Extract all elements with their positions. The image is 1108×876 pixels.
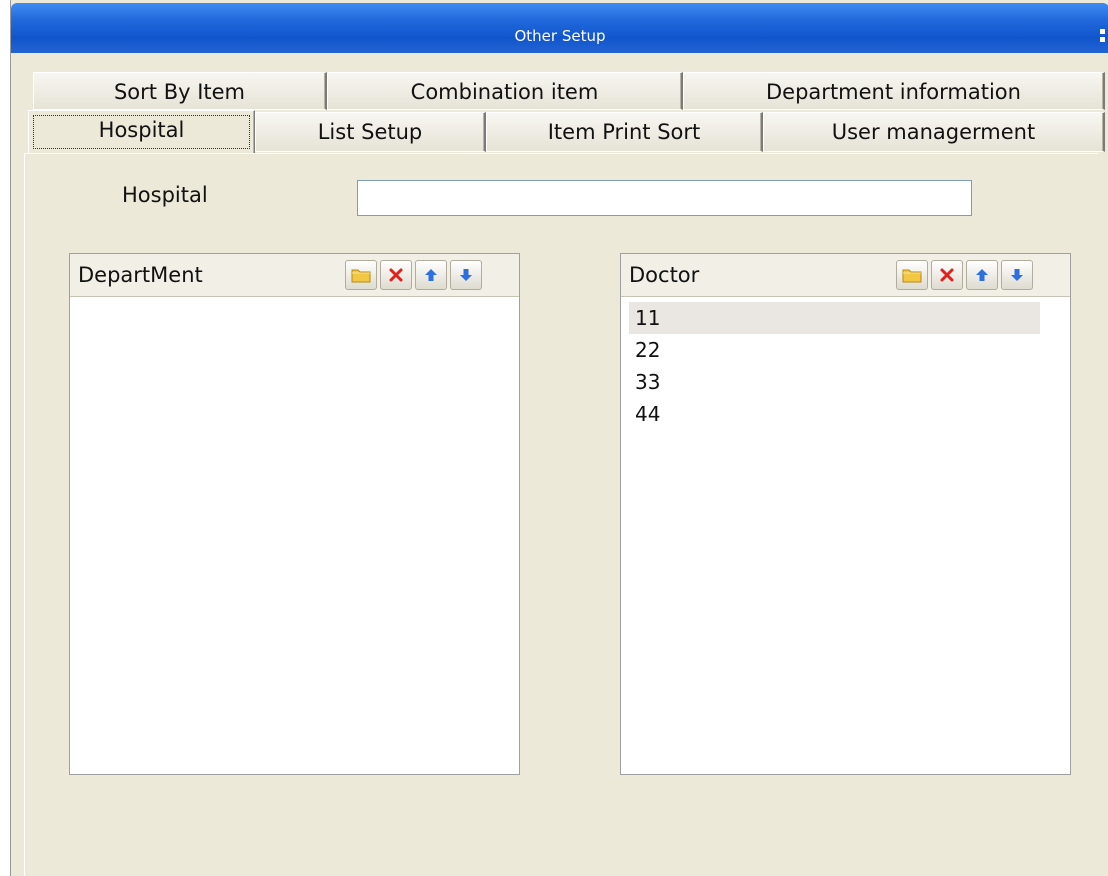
tab-item-print-sort[interactable]: Item Print Sort [486, 112, 763, 152]
tab-label: Sort By Item [113, 80, 246, 104]
folder-icon [351, 269, 371, 283]
department-toolbar [345, 260, 482, 290]
tab-label: Department information [766, 80, 1021, 104]
tab-label: List Setup [317, 120, 423, 144]
doctor-list-header: Doctor [621, 254, 1070, 297]
doctor-toolbar [896, 260, 1033, 290]
hospital-input[interactable] [357, 180, 972, 216]
doctor-header-label: Doctor [629, 263, 700, 287]
delete-icon [389, 268, 403, 282]
department-move-down-button[interactable] [450, 260, 482, 290]
doctor-add-button[interactable] [896, 260, 928, 290]
tab-user-managerment[interactable]: User managerment [763, 112, 1105, 152]
doctor-list-item[interactable]: 22 [629, 334, 1040, 366]
window-title: Other Setup [514, 27, 606, 45]
arrow-up-icon [425, 269, 437, 281]
arrow-down-icon [460, 269, 472, 281]
department-list-header: DepartMent [70, 254, 519, 297]
grip-icon[interactable] [1100, 29, 1105, 47]
tab-list-setup[interactable]: List Setup [255, 112, 486, 152]
tab-label: Item Print Sort [547, 120, 701, 144]
doctor-list-item[interactable]: 33 [629, 366, 1040, 398]
department-move-up-button[interactable] [415, 260, 447, 290]
arrow-down-icon [1011, 269, 1023, 281]
department-delete-button[interactable] [380, 260, 412, 290]
tab-label: Hospital [98, 118, 185, 142]
doctor-items: 11 22 33 44 [629, 302, 1040, 430]
hospital-label: Hospital [122, 183, 208, 207]
tab-combination-item[interactable]: Combination item [327, 72, 683, 110]
tab-hospital[interactable]: Hospital [28, 110, 255, 154]
doctor-list-item[interactable]: 44 [629, 398, 1040, 430]
arrow-up-icon [976, 269, 988, 281]
doctor-listbox[interactable]: Doctor 11 22 33 44 [620, 253, 1071, 775]
title-bar[interactable]: Other Setup [11, 3, 1108, 53]
tab-label: User managerment [831, 120, 1036, 144]
doctor-list-item[interactable]: 11 [629, 302, 1040, 334]
doctor-move-up-button[interactable] [966, 260, 998, 290]
folder-icon [902, 269, 922, 283]
department-add-button[interactable] [345, 260, 377, 290]
doctor-delete-button[interactable] [931, 260, 963, 290]
tab-department-information[interactable]: Department information [683, 72, 1105, 110]
tab-label: Combination item [410, 80, 599, 104]
delete-icon [940, 268, 954, 282]
doctor-move-down-button[interactable] [1001, 260, 1033, 290]
department-listbox[interactable]: DepartMent [69, 253, 520, 775]
tab-sort-by-item[interactable]: Sort By Item [33, 72, 327, 110]
department-header-label: DepartMent [78, 263, 203, 287]
